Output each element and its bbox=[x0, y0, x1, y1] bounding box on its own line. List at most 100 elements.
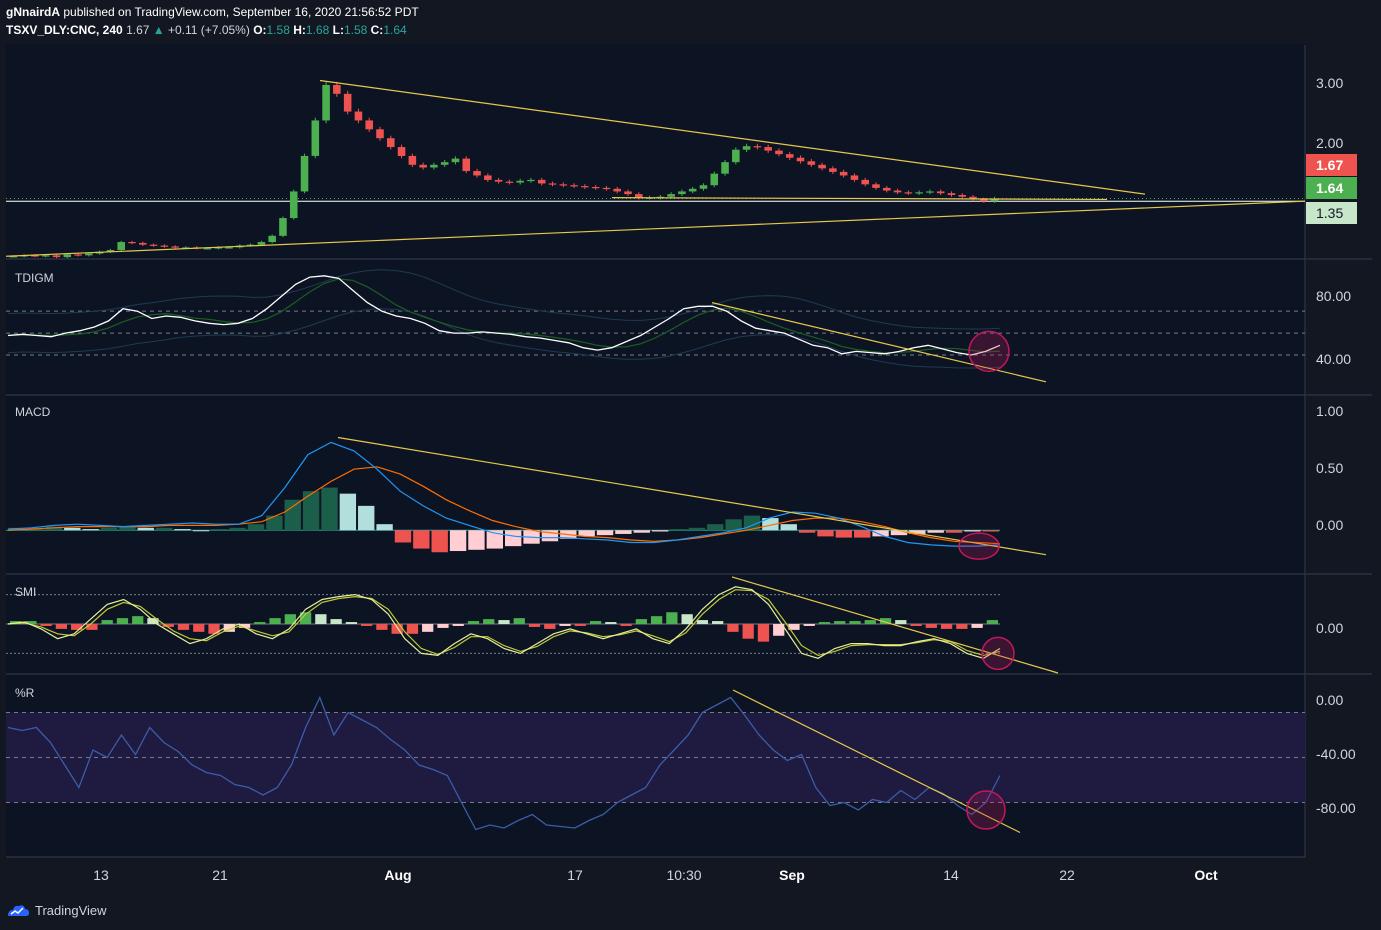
smi-histogram-bar bbox=[635, 619, 647, 624]
smi-histogram-bar bbox=[895, 620, 907, 624]
candle bbox=[602, 187, 611, 190]
macd-histogram-bar bbox=[174, 529, 191, 531]
macd-histogram-bar bbox=[229, 527, 246, 531]
macd-histogram-bar bbox=[615, 530, 632, 534]
candle bbox=[926, 191, 934, 193]
smi-histogram-bar bbox=[376, 624, 388, 630]
time-axis-label: Oct bbox=[1194, 867, 1218, 883]
macd-histogram-bar bbox=[358, 505, 375, 531]
candle bbox=[958, 194, 967, 197]
time-axis-label: 10:30 bbox=[666, 867, 702, 883]
candle bbox=[764, 147, 772, 151]
macd-histogram-bar bbox=[945, 530, 963, 533]
macd-histogram-bar bbox=[725, 519, 742, 531]
candle bbox=[570, 185, 578, 187]
candle bbox=[203, 248, 212, 250]
candle bbox=[149, 244, 158, 246]
tradingview-logo[interactable]: TradingView bbox=[6, 902, 107, 918]
smi-histogram-bar bbox=[864, 620, 876, 624]
smi-histogram-bar bbox=[818, 622, 831, 624]
candle bbox=[581, 186, 589, 188]
smi-histogram-bar bbox=[269, 618, 281, 624]
candle bbox=[947, 193, 956, 195]
smi-histogram-bar bbox=[589, 621, 602, 624]
candle bbox=[548, 183, 557, 185]
smi-histogram-bar bbox=[620, 624, 632, 626]
time-axis-label: Sep bbox=[779, 867, 805, 883]
candle bbox=[936, 191, 945, 194]
tdigm-pane-label: TDIGM bbox=[15, 271, 54, 285]
smi-histogram-bar bbox=[422, 624, 434, 632]
candle bbox=[397, 147, 406, 156]
tdigm-upper-band bbox=[7, 269, 1001, 330]
smi-histogram-bar bbox=[345, 622, 358, 624]
smi-histogram-bar bbox=[666, 612, 678, 624]
macd-histogram-bar bbox=[339, 493, 357, 531]
candle bbox=[494, 179, 503, 182]
macd-histogram-bar bbox=[284, 499, 301, 531]
smi-histogram-bar bbox=[803, 624, 815, 626]
candle bbox=[354, 111, 363, 121]
macd-histogram-bar bbox=[798, 530, 816, 533]
smi-histogram-bar bbox=[513, 618, 525, 624]
wr-pane-label: %R bbox=[15, 686, 35, 700]
macd-pane-label: MACD bbox=[15, 405, 51, 419]
smi-highlight-circle bbox=[981, 636, 1015, 671]
candle bbox=[699, 185, 708, 189]
smi-histogram-bar bbox=[849, 621, 861, 624]
macd-histogram-bar bbox=[394, 530, 412, 543]
candle bbox=[537, 179, 546, 184]
macd-histogram-bar bbox=[247, 524, 265, 531]
macd-histogram-bar bbox=[505, 530, 522, 547]
tdigm-axis-label: 80.00 bbox=[1316, 288, 1352, 304]
candle bbox=[861, 179, 869, 185]
smi-histogram-bar bbox=[528, 624, 541, 627]
candle bbox=[527, 179, 535, 182]
smi-histogram-bar bbox=[406, 624, 419, 634]
smi-histogram-bar bbox=[971, 624, 983, 628]
macd-histogram-bar bbox=[431, 530, 448, 553]
candle bbox=[473, 171, 481, 176]
candle bbox=[785, 154, 794, 158]
candle bbox=[624, 191, 632, 195]
smi-histogram-bar bbox=[757, 624, 770, 642]
support-trendline bbox=[5, 200, 1306, 257]
wr-axis-label: -40.00 bbox=[1316, 746, 1356, 762]
price-axis-label: 2.00 bbox=[1316, 135, 1344, 151]
macd-histogram-bar bbox=[302, 491, 320, 531]
macd-histogram-bar bbox=[211, 529, 228, 531]
macd-histogram-bar bbox=[688, 527, 706, 531]
candle bbox=[322, 84, 330, 121]
chart-canvas[interactable] bbox=[0, 0, 1381, 930]
candle bbox=[419, 164, 427, 168]
candle bbox=[796, 157, 805, 162]
macd-histogram-bar bbox=[192, 530, 210, 532]
macd-highlight-circle bbox=[958, 532, 1000, 560]
macd-histogram-bar bbox=[376, 524, 393, 531]
macd-histogram-bar bbox=[137, 527, 154, 531]
resistance-trendline bbox=[319, 79, 1146, 195]
wr-axis-label: 0.00 bbox=[1316, 692, 1344, 708]
smi-histogram-bar bbox=[40, 624, 52, 626]
smi-histogram-bar bbox=[940, 624, 953, 629]
candle bbox=[117, 242, 125, 251]
candle bbox=[872, 184, 880, 188]
smi-histogram-bar bbox=[712, 621, 724, 624]
smi-histogram-bar bbox=[483, 619, 495, 624]
time-axis-label: 14 bbox=[943, 867, 959, 883]
macd-histogram-bar bbox=[982, 530, 999, 532]
candle bbox=[408, 155, 417, 165]
macd-histogram-bar bbox=[155, 527, 173, 531]
time-axis-label: 13 bbox=[93, 867, 109, 883]
candle bbox=[818, 164, 826, 169]
smi-histogram-bar bbox=[116, 618, 129, 624]
macd-histogram-bar bbox=[633, 530, 650, 533]
candle bbox=[430, 164, 438, 168]
tdigm-axis-label: 40.00 bbox=[1316, 351, 1352, 367]
time-axis-label: 17 bbox=[567, 867, 583, 883]
smi-histogram-bar bbox=[544, 624, 556, 629]
candle bbox=[710, 173, 719, 186]
candle bbox=[279, 218, 287, 236]
candle bbox=[742, 146, 751, 150]
smi-histogram-bar bbox=[101, 620, 113, 624]
